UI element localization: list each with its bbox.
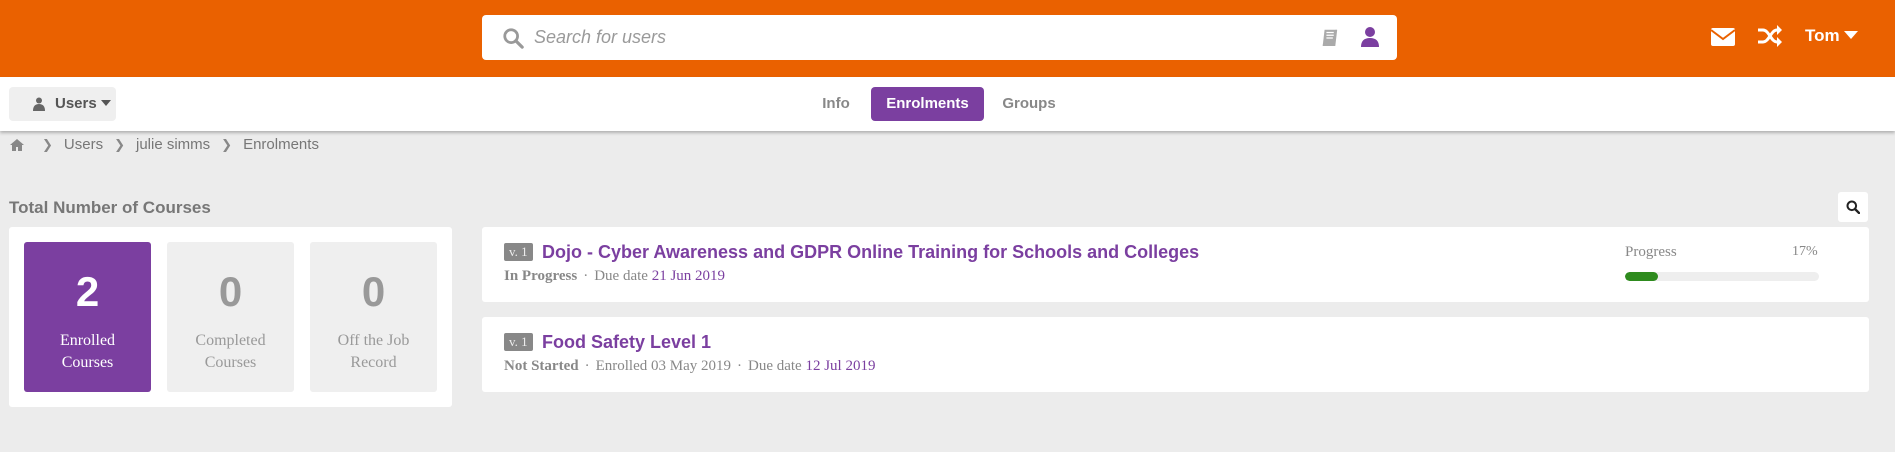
stat-label: Enrolled Courses (59, 332, 116, 371)
user-name: Tom (1805, 26, 1840, 45)
stat-value: 2 (75, 268, 100, 315)
stat-off-the-job-record[interactable]: 0 Off the Job Record (310, 242, 437, 392)
course-card: v. 1 Food Safety Level 1 Not Started · Enr… (482, 317, 1869, 392)
tab-enrolments[interactable]: Enrolments (871, 87, 984, 121)
stat-completed-courses[interactable]: 0 Completed Courses (167, 242, 294, 392)
separator-dot: · (583, 268, 589, 284)
user-icon (33, 97, 45, 111)
separator-dot: · (736, 358, 742, 374)
due-label: Due date (747, 358, 802, 374)
user-icon[interactable] (1360, 26, 1380, 48)
user-search-box (482, 15, 1397, 60)
chevron-right-icon: ❯ (221, 136, 233, 152)
tab-info[interactable]: Info (808, 87, 864, 121)
course-summary-panel: 2 Enrolled Courses 0 Completed Courses 0… (9, 227, 452, 407)
shuffle-icon[interactable] (1757, 24, 1783, 48)
user-menu[interactable]: Tom (1805, 26, 1858, 46)
breadcrumb-current: Enrolments (243, 136, 319, 153)
caret-down-icon (100, 100, 111, 106)
version-badge: v. 1 (504, 243, 533, 261)
course-card: v. 1 Dojo - Cyber Awareness and GDPR Onl… (482, 227, 1869, 302)
progress-bar (1625, 272, 1819, 281)
progress-percent: 17% (1792, 244, 1818, 259)
chevron-right-icon: ❯ (114, 136, 125, 152)
chevron-right-icon: ❯ (42, 136, 53, 152)
search-icon (1846, 200, 1860, 214)
due-date: 12 Jul 2019 (805, 358, 876, 374)
tab-groups[interactable]: Groups (993, 87, 1065, 121)
breadcrumb: ❯ Users ❯ julie simms ❯ Enrolments (9, 136, 319, 153)
home-icon[interactable] (9, 138, 25, 152)
course-status: Not Started (504, 358, 579, 374)
caret-down-icon (1843, 31, 1858, 39)
due-date: 21 Jun 2019 (651, 268, 726, 284)
course-title-link[interactable]: Food Safety Level 1 (542, 332, 711, 353)
stat-label: Off the Job Record (337, 332, 410, 371)
course-meta: In Progress · Due date 21 Jun 2019 (504, 268, 725, 285)
book-icon[interactable] (1320, 27, 1342, 49)
search-icon (503, 28, 524, 49)
breadcrumb-user[interactable]: julie simms (136, 136, 210, 153)
course-status: In Progress (504, 268, 578, 284)
sub-navigation: Users Info Enrolments Groups (0, 77, 1895, 131)
users-label: Users (55, 95, 97, 112)
separator-dot: · (584, 358, 590, 374)
progress-bar-fill (1625, 272, 1658, 281)
version-badge: v. 1 (504, 333, 533, 351)
stat-enrolled-courses[interactable]: 2 Enrolled Courses (24, 242, 151, 392)
stat-value: 0 (218, 268, 243, 315)
stat-label: Completed Courses (195, 332, 266, 371)
due-label: Due date (594, 268, 648, 284)
course-title-link[interactable]: Dojo - Cyber Awareness and GDPR Online T… (542, 242, 1199, 263)
breadcrumb-users[interactable]: Users (64, 136, 103, 153)
course-search-button[interactable] (1838, 192, 1868, 222)
progress-label: Progress (1625, 244, 1677, 260)
envelope-icon[interactable] (1710, 26, 1736, 48)
stat-value: 0 (361, 268, 386, 315)
enrolled-date: Enrolled 03 May 2019 (595, 358, 731, 374)
users-dropdown-button[interactable]: Users (9, 87, 116, 121)
top-bar: Tom (0, 0, 1895, 77)
course-meta: Not Started · Enrolled 03 May 2019 · Due dat… (504, 358, 875, 375)
search-input[interactable] (534, 22, 1294, 53)
summary-title: Total Number of Courses (9, 198, 211, 217)
